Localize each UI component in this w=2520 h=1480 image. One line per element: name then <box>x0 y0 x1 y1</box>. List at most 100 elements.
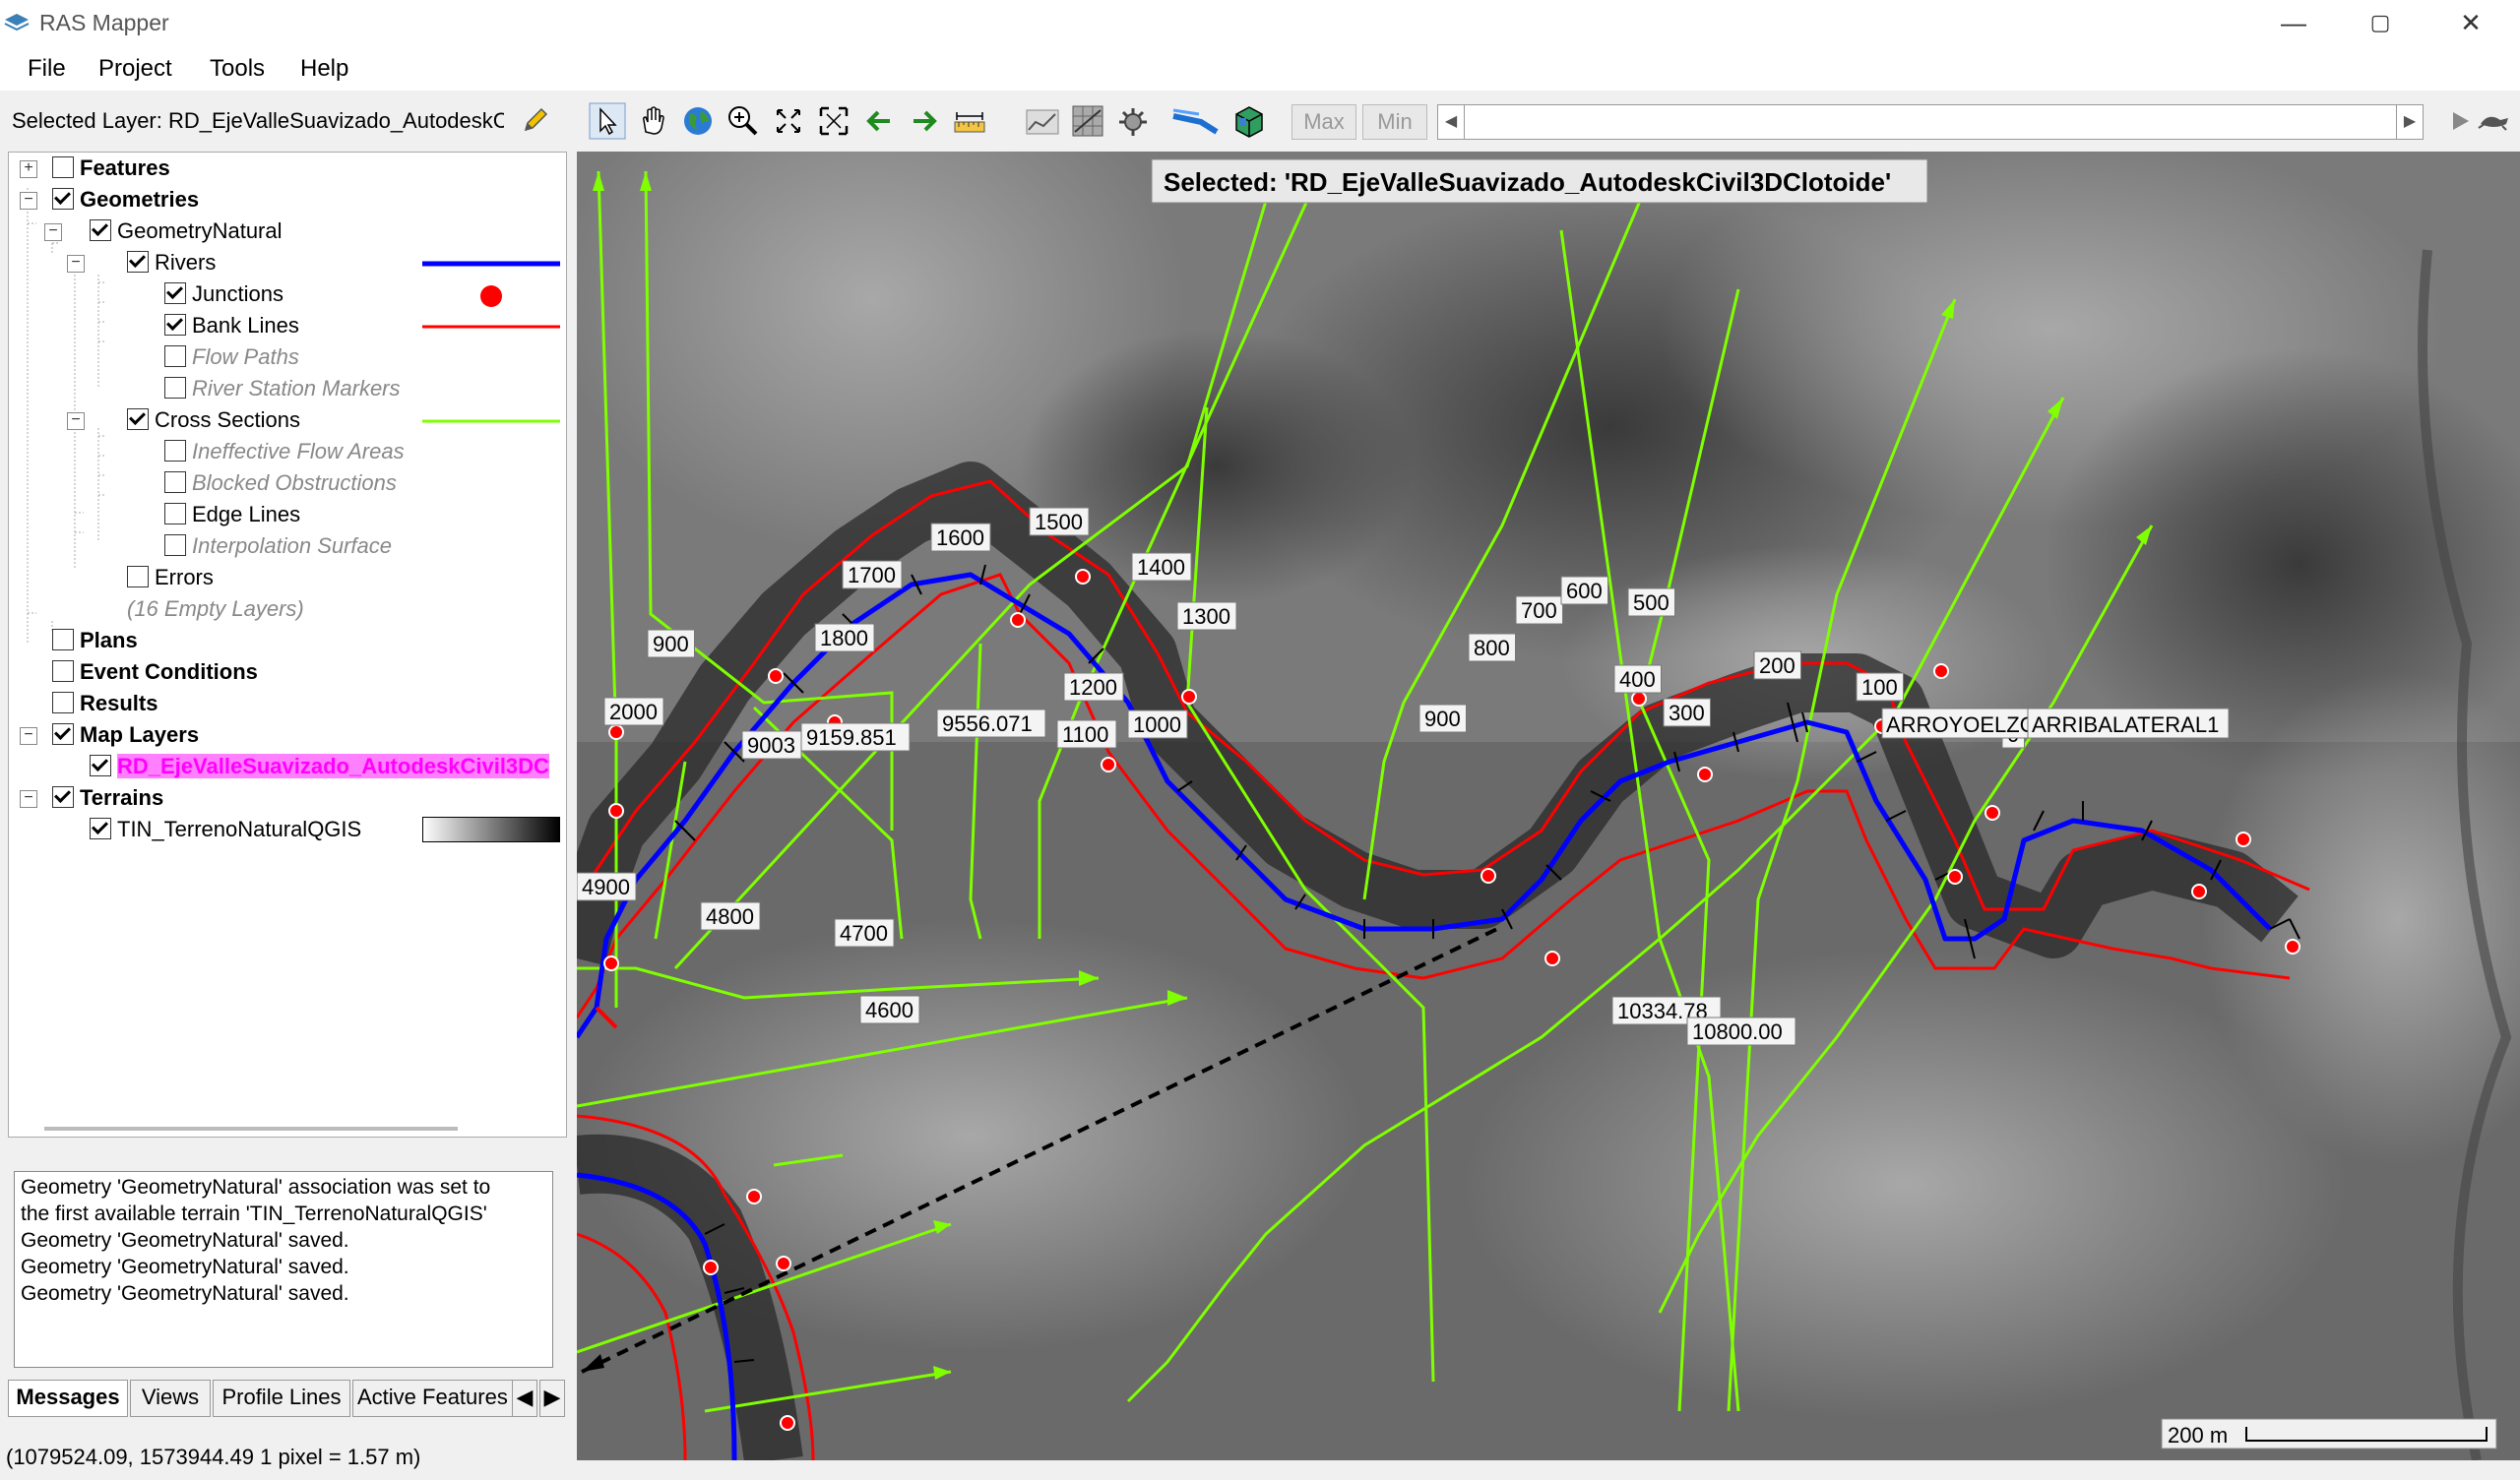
tab-views[interactable]: Views <box>130 1380 211 1417</box>
zoom-in-icon[interactable] <box>724 102 762 140</box>
menu-bar: File Project Tools Help <box>0 47 2520 91</box>
features-checkbox[interactable] <box>52 156 74 179</box>
collapse-terrains-icon[interactable]: − <box>20 790 37 808</box>
tree-item-rivers[interactable]: Rivers <box>127 248 216 278</box>
settings-tool-icon[interactable] <box>1114 102 1152 140</box>
map-toolbar: Max Min ◀ ▶ <box>581 98 2520 148</box>
event-conditions-checkbox[interactable] <box>52 660 74 683</box>
tree-item-results[interactable]: Results <box>52 689 158 718</box>
geometries-checkbox[interactable] <box>52 188 74 211</box>
cross-sections-checkbox[interactable] <box>127 408 149 431</box>
profile-plot-icon[interactable] <box>1024 102 1061 140</box>
tree-item-ineffective-flow-areas[interactable]: Ineffective Flow Areas <box>164 437 405 466</box>
errors-checkbox[interactable] <box>127 566 149 588</box>
max-button[interactable]: Max <box>1292 104 1356 140</box>
rivers-label: Rivers <box>155 250 217 275</box>
bank-lines-checkbox[interactable] <box>164 314 186 337</box>
tree-item-cross-sections[interactable]: Cross Sections <box>127 405 300 435</box>
tree-item-interpolation-surface[interactable]: Interpolation Surface <box>164 531 392 561</box>
map-layers-checkbox[interactable] <box>52 723 74 746</box>
tree-item-flow-paths[interactable]: Flow Paths <box>164 342 299 372</box>
station-label: 9556.071 <box>942 711 1033 736</box>
tree-item-blocked-obstructions[interactable]: Blocked Obstructions <box>164 468 397 498</box>
tree-item-map-layers[interactable]: Map Layers <box>52 720 199 750</box>
selected-banner: Selected: 'RD_EjeValleSuavizado_Autodesk… <box>1164 167 1891 197</box>
tab-profile-lines[interactable]: Profile Lines <box>213 1380 350 1417</box>
tree-item-junctions[interactable]: Junctions <box>164 279 284 309</box>
tree-item-plans[interactable]: Plans <box>52 626 138 655</box>
pan-hand-icon[interactable] <box>634 102 671 140</box>
tabs-scroll-right-icon[interactable]: ▶ <box>539 1380 565 1417</box>
tree-item-bank-lines[interactable]: Bank Lines <box>164 311 299 340</box>
collapse-map-layers-icon[interactable]: − <box>20 727 37 745</box>
rivers-checkbox[interactable] <box>127 251 149 274</box>
ineffective-checkbox[interactable] <box>164 440 186 462</box>
collapse-cross-sections-icon[interactable]: − <box>67 412 85 430</box>
station-label: 4900 <box>582 875 630 899</box>
forward-arrow-icon[interactable] <box>906 102 943 140</box>
tree-item-features[interactable]: Features <box>52 154 170 183</box>
terrain-grid-icon[interactable] <box>1069 102 1106 140</box>
tree-horizontal-scrollbar[interactable] <box>44 1127 458 1131</box>
terrains-checkbox[interactable] <box>52 786 74 809</box>
back-arrow-icon[interactable] <box>860 102 898 140</box>
terrain-checkbox[interactable] <box>90 818 111 840</box>
station-label: 1000 <box>1133 712 1181 737</box>
collapse-rivers-icon[interactable]: − <box>67 255 85 273</box>
flow-paths-checkbox[interactable] <box>164 345 186 368</box>
3d-view-icon[interactable] <box>1230 102 1268 140</box>
tree-item-errors[interactable]: Errors <box>127 563 214 592</box>
geometry-natural-checkbox[interactable] <box>90 219 111 242</box>
select-pointer-icon[interactable] <box>589 102 626 140</box>
maximize-button[interactable]: ▢ <box>2341 0 2420 47</box>
tree-item-geometries[interactable]: Geometries <box>52 185 199 215</box>
river-flow-icon[interactable] <box>1171 102 1219 140</box>
measure-ruler-icon[interactable] <box>951 102 988 140</box>
full-extent-icon[interactable] <box>815 102 852 140</box>
junctions-checkbox[interactable] <box>164 282 186 305</box>
collapse-geometry-natural-icon[interactable]: − <box>44 223 62 241</box>
close-button[interactable]: ✕ <box>2431 0 2510 47</box>
animation-speed-icon[interactable] <box>2473 102 2516 140</box>
edge-lines-checkbox[interactable] <box>164 503 186 525</box>
tree-item-event-conditions[interactable]: Event Conditions <box>52 657 258 687</box>
station-label: 700 <box>1521 598 1557 623</box>
slider-left-arrow-icon[interactable]: ◀ <box>1438 105 1465 139</box>
collapse-geometries-icon[interactable]: − <box>20 192 37 210</box>
tree-item-river-station-markers[interactable]: River Station Markers <box>164 374 401 403</box>
tree-item-geometry-natural[interactable]: GeometryNatural <box>90 216 283 246</box>
menu-project[interactable]: Project <box>98 55 172 83</box>
expand-features-icon[interactable]: + <box>20 160 37 178</box>
slider-right-arrow-icon[interactable]: ▶ <box>2396 105 2423 139</box>
blocked-checkbox[interactable] <box>164 471 186 494</box>
pencil-edit-icon[interactable] <box>522 106 549 134</box>
status-bar: (1079524.09, 1573944.49 1 pixel = 1.57 m… <box>0 1435 575 1480</box>
min-button[interactable]: Min <box>1362 104 1427 140</box>
map-view[interactable]: 1500 1600 1700 1400 1300 1800 900 1200 1100 1000 9… <box>577 152 2520 1460</box>
map-canvas[interactable]: 1500 1600 1700 1400 1300 1800 900 1200 1100 1000 9… <box>577 152 2520 1460</box>
zoom-extents-icon[interactable] <box>770 102 807 140</box>
tree-item-edge-lines[interactable]: Edge Lines <box>164 500 300 529</box>
interp-surface-checkbox[interactable] <box>164 534 186 557</box>
tree-item-empty-layers[interactable]: (16 Empty Layers) <box>127 594 304 624</box>
menu-file[interactable]: File <box>28 55 66 83</box>
tree-item-terrain[interactable]: TIN_TerrenoNaturalQGIS <box>90 815 361 844</box>
station-label: 500 <box>1633 590 1670 615</box>
tree-item-terrains[interactable]: Terrains <box>52 783 163 813</box>
results-checkbox[interactable] <box>52 692 74 714</box>
menu-help[interactable]: Help <box>300 55 348 83</box>
tab-messages[interactable]: Messages <box>8 1380 128 1417</box>
tree-item-selected-map-layer[interactable]: RD_EjeValleSuavizado_AutodeskCivil3DC <box>90 752 562 781</box>
globe-icon[interactable] <box>679 102 717 140</box>
river-station-markers-checkbox[interactable] <box>164 377 186 400</box>
tab-active-features[interactable]: Active Features <box>352 1380 516 1417</box>
minimize-button[interactable]: — <box>2254 0 2333 47</box>
message-line: Geometry 'GeometryNatural' saved. <box>21 1282 349 1305</box>
junctions-legend-dot <box>480 285 502 307</box>
time-slider-track[interactable]: ◀ ▶ <box>1437 104 2424 140</box>
selected-map-layer-checkbox[interactable] <box>90 755 111 777</box>
menu-tools[interactable]: Tools <box>210 55 265 83</box>
tabs-scroll-left-icon[interactable]: ◀ <box>512 1380 537 1417</box>
message-line: the first available terrain 'TIN_Terreno… <box>21 1202 487 1225</box>
plans-checkbox[interactable] <box>52 629 74 651</box>
